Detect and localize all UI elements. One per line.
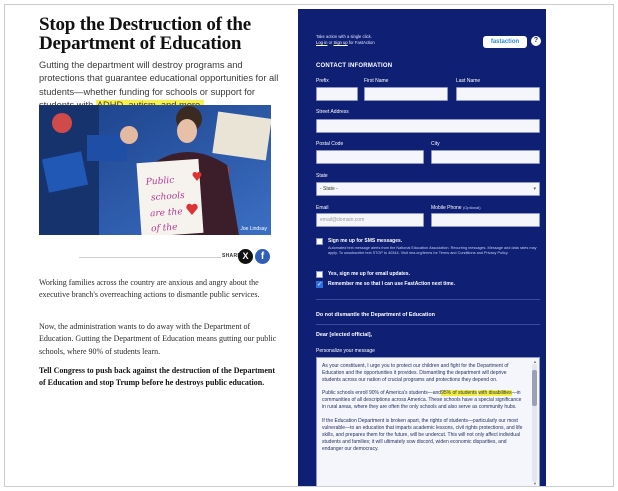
photo-credit: Joe Lindsay <box>240 226 267 232</box>
postal-code-label: Postal Code <box>316 141 344 147</box>
sms-terms-text: Automated text message alerts from the N… <box>328 246 537 256</box>
for-fastaction-text: for FastAction <box>348 40 375 45</box>
optional-tag: (Optional) <box>462 205 481 210</box>
x-share-icon[interactable]: X <box>238 249 253 264</box>
protest-photo-illustration: Public schools are the of the <box>39 105 271 235</box>
article-paragraph: Now, the administration wants to do away… <box>39 322 277 356</box>
email-updates-checkbox[interactable] <box>316 271 323 278</box>
last-name-field[interactable] <box>456 87 540 101</box>
fastaction-login-line: Log in or Sign up for FastAction <box>316 40 375 46</box>
article-paragraph: Working families across the country are … <box>39 278 260 300</box>
message-body: As your constituent, I urge you to prote… <box>317 358 539 464</box>
state-select[interactable]: - State - ▾ <box>316 182 540 196</box>
salutation: Dear [elected official], <box>316 332 373 338</box>
help-icon[interactable]: ? <box>531 36 541 46</box>
message-paragraph: Public schools enroll 90% of America's s… <box>322 390 525 411</box>
last-name-label: Last Name <box>456 78 481 84</box>
highlighted-text: with disabilities <box>478 390 512 397</box>
message-text: Public schools enroll 90% of America's s… <box>322 390 442 397</box>
message-subject: Do not dismantle the Department of Educa… <box>316 312 435 318</box>
form-divider <box>316 324 540 325</box>
share-divider <box>79 257 221 258</box>
mobile-phone-label-text: Mobile Phone <box>431 205 462 211</box>
share-bar: SHARE X f <box>39 249 271 265</box>
message-paragraph: As your constituent, I urge you to prote… <box>322 363 509 384</box>
protest-photo: Public schools are the of the Joe Lindsa… <box>39 105 271 235</box>
page-frame: Stop the Destruction of the Department o… <box>4 4 614 487</box>
or-text: or <box>328 40 333 45</box>
first-name-field[interactable] <box>364 87 448 101</box>
state-selected-value: - State - <box>320 186 338 192</box>
highlighted-text: 95% of students <box>441 390 477 397</box>
street-address-field[interactable] <box>316 119 540 133</box>
prefix-field[interactable] <box>316 87 358 101</box>
remember-me-checkbox[interactable]: ✓ <box>316 281 323 288</box>
fastaction-logo[interactable]: fastaction <box>483 36 527 48</box>
scrollbar-thumb[interactable] <box>532 370 537 406</box>
sms-optin-checkbox[interactable] <box>316 238 323 245</box>
first-name-label: First Name <box>364 78 389 84</box>
mobile-phone-field[interactable] <box>431 213 540 227</box>
street-label: Street Address <box>316 109 349 115</box>
signup-link[interactable]: Sign up <box>334 40 348 45</box>
svg-text:Public: Public <box>145 176 175 188</box>
mobile-phone-label: Mobile Phone (Optional) <box>431 205 481 211</box>
personalize-label: Personalize your message <box>316 348 375 354</box>
message-textarea[interactable]: As your constituent, I urge you to prote… <box>316 357 540 486</box>
message-paragraph: If the Education Department is broken ap… <box>322 417 523 452</box>
remember-me-label: Remember me so that I can use FastAction… <box>328 281 455 287</box>
scroll-up-icon[interactable]: ▲ <box>533 359 537 364</box>
city-field[interactable] <box>431 150 540 164</box>
call-to-action: Tell Congress to push back against the d… <box>39 366 276 388</box>
scroll-down-icon[interactable]: ▼ <box>533 481 537 486</box>
page-title: Stop the Destruction of the Department o… <box>39 14 252 54</box>
chevron-down-icon: ▾ <box>533 186 536 192</box>
state-label: State <box>316 173 328 179</box>
prefix-label: Prefix <box>316 78 329 84</box>
contact-section-title: CONTACT INFORMATION <box>316 63 393 69</box>
facebook-share-icon[interactable]: f <box>255 249 270 264</box>
form-divider <box>316 299 540 300</box>
email-updates-label: Yes, sign me up for email updates. <box>328 271 410 277</box>
postal-code-field[interactable] <box>316 150 424 164</box>
fastaction-note: Take action with a single click. Log in … <box>316 34 375 46</box>
email-field[interactable]: email@domain.com <box>316 213 424 227</box>
sms-optin-label: Sign me up for SMS messages. <box>328 238 403 244</box>
email-label: Email <box>316 205 329 211</box>
email-placeholder: email@domain.com <box>320 217 365 223</box>
svg-text:of the: of the <box>151 223 178 235</box>
city-label: City <box>431 141 440 147</box>
login-link[interactable]: Log in <box>316 40 327 45</box>
action-form: Take action with a single click. Log in … <box>298 9 546 486</box>
article: Stop the Destruction of the Department o… <box>39 14 279 387</box>
